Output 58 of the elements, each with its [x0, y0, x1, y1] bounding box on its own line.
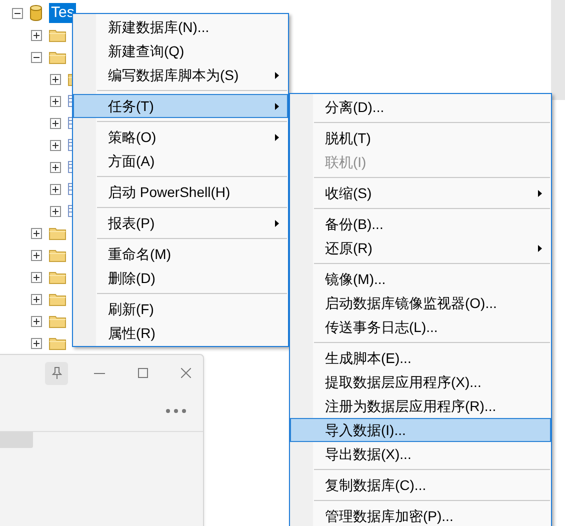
menu-item[interactable]: 脱机(T) [290, 126, 551, 150]
menu-item[interactable]: 报表(P) [73, 211, 288, 235]
expand-icon[interactable] [31, 294, 42, 304]
menu-item[interactable]: 还原(R) [290, 236, 551, 260]
scrollbar[interactable] [551, 0, 565, 100]
expand-icon[interactable] [50, 96, 61, 106]
expand-icon[interactable] [50, 206, 61, 216]
pin-button[interactable] [45, 362, 68, 384]
expand-icon[interactable] [31, 338, 42, 348]
menu-item[interactable]: 任务(T) [73, 94, 288, 118]
expand-icon[interactable] [50, 74, 61, 84]
menu-item[interactable]: 编写数据库脚本为(S) [73, 63, 288, 87]
expand-icon[interactable] [31, 30, 42, 40]
expand-icon[interactable] [31, 228, 42, 238]
minimize-icon [94, 372, 105, 374]
menu-item[interactable]: 导入数据(I)... [290, 418, 551, 442]
collapse-icon[interactable] [12, 8, 23, 18]
menu-item[interactable]: 生成脚本(E)... [290, 346, 551, 370]
menu-item[interactable]: 提取数据层应用程序(X)... [290, 370, 551, 394]
folder-icon [49, 292, 66, 306]
menu-item[interactable]: 启动 PowerShell(H) [73, 180, 288, 204]
menu-item[interactable]: 方面(A) [73, 149, 288, 173]
expand-icon[interactable] [31, 316, 42, 326]
expand-icon[interactable] [50, 118, 61, 128]
menu-item[interactable]: 删除(D) [73, 266, 288, 290]
collapse-icon[interactable] [31, 52, 42, 62]
menu-item[interactable]: 管理数据库加密(P)... [290, 504, 551, 526]
folder-icon [49, 248, 66, 262]
close-icon [180, 368, 190, 378]
menu-item[interactable]: 备份(B)... [290, 212, 551, 236]
expand-icon[interactable] [31, 250, 42, 260]
menu-item[interactable]: 策略(O) [73, 125, 288, 149]
expand-icon[interactable] [50, 140, 61, 150]
folder-icon [49, 314, 66, 328]
database-icon [30, 5, 42, 21]
folder-icon [49, 50, 66, 64]
expand-icon[interactable] [31, 272, 42, 282]
menu-item[interactable]: 导出数据(X)... [290, 442, 551, 466]
menu-item[interactable]: 镜像(M)... [290, 267, 551, 291]
menu-item[interactable]: 属性(R) [73, 321, 288, 345]
maximize-icon [138, 368, 148, 378]
folder-icon [49, 28, 66, 42]
folder-icon [49, 226, 66, 240]
folder-icon [49, 270, 66, 284]
menu-item[interactable]: 收缩(S) [290, 181, 551, 205]
more-icon [166, 409, 186, 413]
pin-icon [52, 367, 62, 379]
menu-item[interactable]: 传送事务日志(L)... [290, 315, 551, 339]
menu-item[interactable]: 新建查询(Q) [73, 39, 288, 63]
menu-item[interactable]: 复制数据库(C)... [290, 473, 551, 497]
folder-icon [49, 336, 66, 350]
menu-item[interactable]: 启动数据库镜像监视器(O)... [290, 291, 551, 315]
menu-item[interactable]: 刷新(F) [73, 297, 288, 321]
menu-item[interactable]: 注册为数据层应用程序(R)... [290, 394, 551, 418]
menu-item[interactable]: 重命名(M) [73, 242, 288, 266]
expand-icon[interactable] [50, 184, 61, 194]
menu-item[interactable]: 分离(D)... [290, 95, 551, 119]
expand-icon[interactable] [50, 162, 61, 172]
